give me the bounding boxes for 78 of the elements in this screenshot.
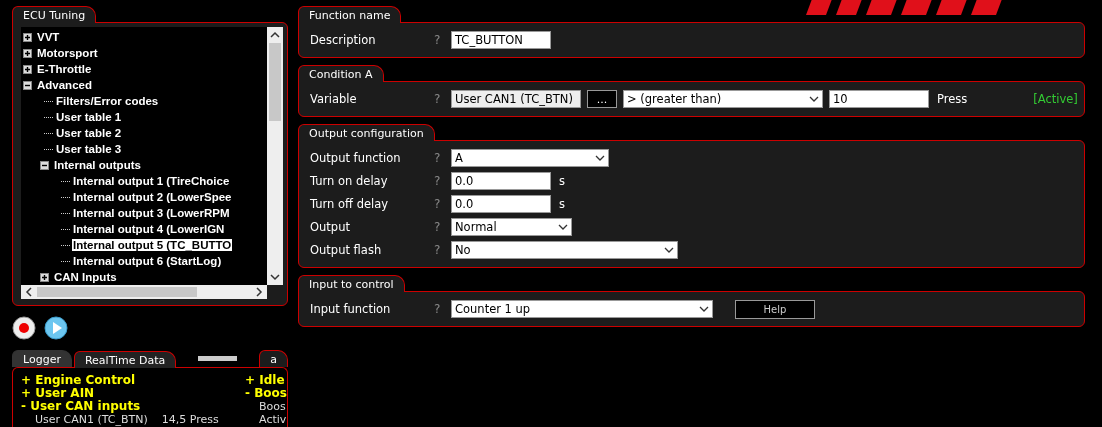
- minus-icon[interactable]: [40, 160, 49, 170]
- channel-name: User CAN1 (TC_BTN): [35, 413, 148, 426]
- tree-item[interactable]: User table 3: [55, 143, 123, 155]
- tree-item[interactable]: E-Throttle: [36, 63, 93, 75]
- tree-item[interactable]: User table 2: [55, 127, 123, 139]
- help-button[interactable]: Help: [735, 299, 815, 319]
- caret-icon: [809, 96, 819, 102]
- plus-icon[interactable]: [23, 64, 32, 74]
- caret-icon: [595, 155, 605, 161]
- variable-field[interactable]: User CAN1 (TC_BTN): [451, 90, 581, 108]
- help-mark[interactable]: ?: [434, 243, 451, 257]
- help-mark[interactable]: ?: [434, 220, 451, 234]
- field-label: Variable: [310, 92, 358, 106]
- caret-icon: [699, 306, 709, 312]
- tree-item[interactable]: Internal output 5 (TC_BUTTO: [72, 239, 233, 251]
- dropdown[interactable]: A: [451, 149, 609, 167]
- horizontal-scrollbar[interactable]: [21, 285, 267, 299]
- dropdown[interactable]: Normal: [451, 218, 572, 236]
- help-mark[interactable]: ?: [434, 174, 451, 188]
- group-header[interactable]: + User AIN: [21, 387, 219, 400]
- group-header[interactable]: + Idle: [245, 374, 287, 387]
- play-button[interactable]: [44, 316, 68, 340]
- help-mark[interactable]: ?: [434, 33, 451, 47]
- help-mark[interactable]: ?: [434, 302, 451, 316]
- dropdown[interactable]: > (greater than): [623, 90, 823, 108]
- browse-button[interactable]: ...: [587, 90, 617, 108]
- field-label: Output: [310, 220, 351, 234]
- scrollbar-thumb[interactable]: [269, 43, 281, 121]
- tab[interactable]: a: [259, 350, 288, 367]
- text-field[interactable]: TC_BUTTON: [451, 31, 551, 49]
- help-mark[interactable]: ?: [434, 197, 451, 211]
- tab[interactable]: Logger: [12, 350, 72, 367]
- tree-item[interactable]: Internal outputs: [53, 159, 142, 171]
- group-header[interactable]: - Boos: [245, 387, 287, 400]
- channel-name: Activ: [259, 413, 287, 426]
- field-label: Turn off delay: [310, 197, 390, 211]
- text-field[interactable]: 0.0: [451, 195, 551, 213]
- help-mark[interactable]: ?: [434, 151, 451, 165]
- unit-label: s: [559, 197, 565, 211]
- tree-item[interactable]: Internal output 3 (LowerRPM: [72, 207, 231, 219]
- tree-item[interactable]: Internal output 6 (StartLog): [72, 255, 223, 267]
- minus-icon[interactable]: [23, 80, 32, 90]
- tree-item[interactable]: Advanced: [36, 79, 93, 91]
- plus-icon[interactable]: [40, 272, 49, 282]
- plus-icon[interactable]: [23, 32, 32, 42]
- group-header[interactable]: + Engine Control: [21, 374, 219, 387]
- dropdown[interactable]: No: [451, 241, 678, 259]
- group-header[interactable]: - User CAN inputs: [21, 400, 219, 413]
- caret-icon: [664, 247, 674, 253]
- field-label: Turn on delay: [310, 174, 389, 188]
- tree-item[interactable]: VVT: [36, 31, 61, 43]
- help-mark[interactable]: ?: [434, 92, 451, 106]
- channel-name: Boos: [259, 400, 286, 413]
- dropdown[interactable]: Counter 1 up: [451, 300, 713, 318]
- tree-item[interactable]: User table 1: [55, 111, 123, 123]
- tree-item[interactable]: Motorsport: [36, 47, 99, 59]
- tree-item[interactable]: Internal output 4 (LowerIGN: [72, 223, 226, 235]
- unit-label: Press: [937, 92, 968, 106]
- status-label: [Active]: [1033, 92, 1078, 106]
- vertical-scrollbar[interactable]: [267, 27, 283, 285]
- unit-label: s: [559, 174, 565, 188]
- field-label: Output flash: [310, 243, 383, 257]
- text-field[interactable]: 0.0: [451, 172, 551, 190]
- tree-item[interactable]: Internal output 2 (LowerSpee: [72, 191, 233, 203]
- caret-icon: [558, 224, 568, 230]
- tab[interactable]: RealTime Data: [73, 351, 177, 368]
- plus-icon[interactable]: [23, 48, 32, 58]
- tree-item[interactable]: CAN Inputs: [53, 271, 118, 283]
- field-label: Input function: [310, 302, 392, 316]
- panel-tab[interactable]: ECU Tuning: [12, 6, 97, 23]
- field-label: Description: [310, 33, 377, 47]
- field-label: Output function: [310, 151, 402, 165]
- channel-value: 14,5 Press: [161, 413, 219, 426]
- tree-item[interactable]: Filters/Error codes: [55, 95, 160, 107]
- tree-item[interactable]: Internal output 1 (TireChoice: [72, 175, 231, 187]
- text-field[interactable]: 10: [829, 90, 929, 108]
- record-button[interactable]: [12, 316, 36, 340]
- scrollbar-thumb[interactable]: [37, 287, 197, 297]
